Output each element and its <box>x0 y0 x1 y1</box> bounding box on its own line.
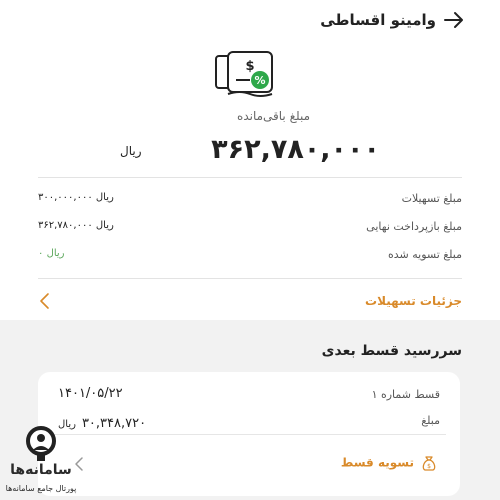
remaining-amount-currency: ریال <box>120 144 142 158</box>
summary-label: مبلغ تسویه شده <box>388 248 462 261</box>
samaneha-watermark: سامانه‌ها پورتال جامع سامانه‌ها <box>0 422 82 500</box>
remaining-amount: ۳۶۲,۷۸۰,۰۰۰ ریال <box>120 134 380 168</box>
magnifier-logo-icon <box>26 426 56 461</box>
installment-amount-value: ۳۰,۳۴۸,۷۲۰ <box>81 416 147 431</box>
installment-amount-label: مبلغ <box>421 414 440 427</box>
money-bag-icon: $ <box>422 455 436 471</box>
due-date: ۱۴۰۱/۰۵/۲۲ <box>58 386 123 401</box>
summary-value: ۳۰۰,۰۰۰,۰۰۰ ریال <box>38 192 114 203</box>
pay-installment-label: تسویه قسط <box>340 455 414 470</box>
summary-row-final-repayment: مبلغ بازپرداخت نهایی ۳۶۲,۷۸۰,۰۰۰ ریال <box>38 218 462 238</box>
svg-text:$: $ <box>245 59 254 74</box>
remaining-balance-section: % $ مبلغ باقی‌مانده ۳۶۲,۷۸۰,۰۰۰ ریال <box>0 42 500 174</box>
installment-number: قسط شماره ۱ <box>371 388 440 401</box>
installment-bill-icon: % $ <box>215 51 273 97</box>
app-header: وامینو اقساطی <box>0 0 500 42</box>
summary-value: ۳۶۲,۷۸۰,۰۰۰ ریال <box>38 220 114 231</box>
arrow-right-icon[interactable] <box>442 9 466 31</box>
next-installment-card: قسط شماره ۱ ۱۴۰۱/۰۵/۲۲ مبلغ ۳۰,۳۴۸,۷۲۰ری… <box>38 372 460 496</box>
divider <box>38 278 462 279</box>
divider <box>38 177 462 178</box>
pay-installment-button[interactable]: $ تسویه قسط <box>341 452 438 474</box>
watermark-brand: سامانه‌ها <box>10 462 72 478</box>
summary-row-settled: مبلغ تسویه شده ۰ ریال <box>38 246 462 266</box>
next-installment-title: سررسید قسط بعدی <box>321 343 462 359</box>
facility-details-label: جزئیات تسهیلات <box>365 294 462 308</box>
svg-text:%: % <box>254 74 265 87</box>
remaining-amount-value: ۳۶۲,۷۸۰,۰۰۰ <box>211 134 380 165</box>
page-title: وامینو اقساطی <box>320 11 436 29</box>
installment-row: قسط شماره ۱ ۱۴۰۱/۰۵/۲۲ <box>58 386 440 406</box>
summary-row-facility: مبلغ تسهیلات ۳۰۰,۰۰۰,۰۰۰ ریال <box>38 190 462 210</box>
installment-amount-row: مبلغ ۳۰,۳۴۸,۷۲۰ریال <box>58 412 440 432</box>
divider <box>52 434 446 435</box>
chevron-left-icon <box>40 293 49 309</box>
watermark-tagline: پورتال جامع سامانه‌ها <box>5 484 77 493</box>
summary-label: مبلغ بازپرداخت نهایی <box>366 220 462 233</box>
remaining-amount-caption: مبلغ باقی‌مانده <box>237 109 310 123</box>
summary-value: ۰ ریال <box>38 248 65 259</box>
facility-details-link[interactable]: جزئیات تسهیلات <box>38 286 462 316</box>
svg-text:$: $ <box>427 463 431 470</box>
summary-label: مبلغ تسهیلات <box>401 192 462 205</box>
